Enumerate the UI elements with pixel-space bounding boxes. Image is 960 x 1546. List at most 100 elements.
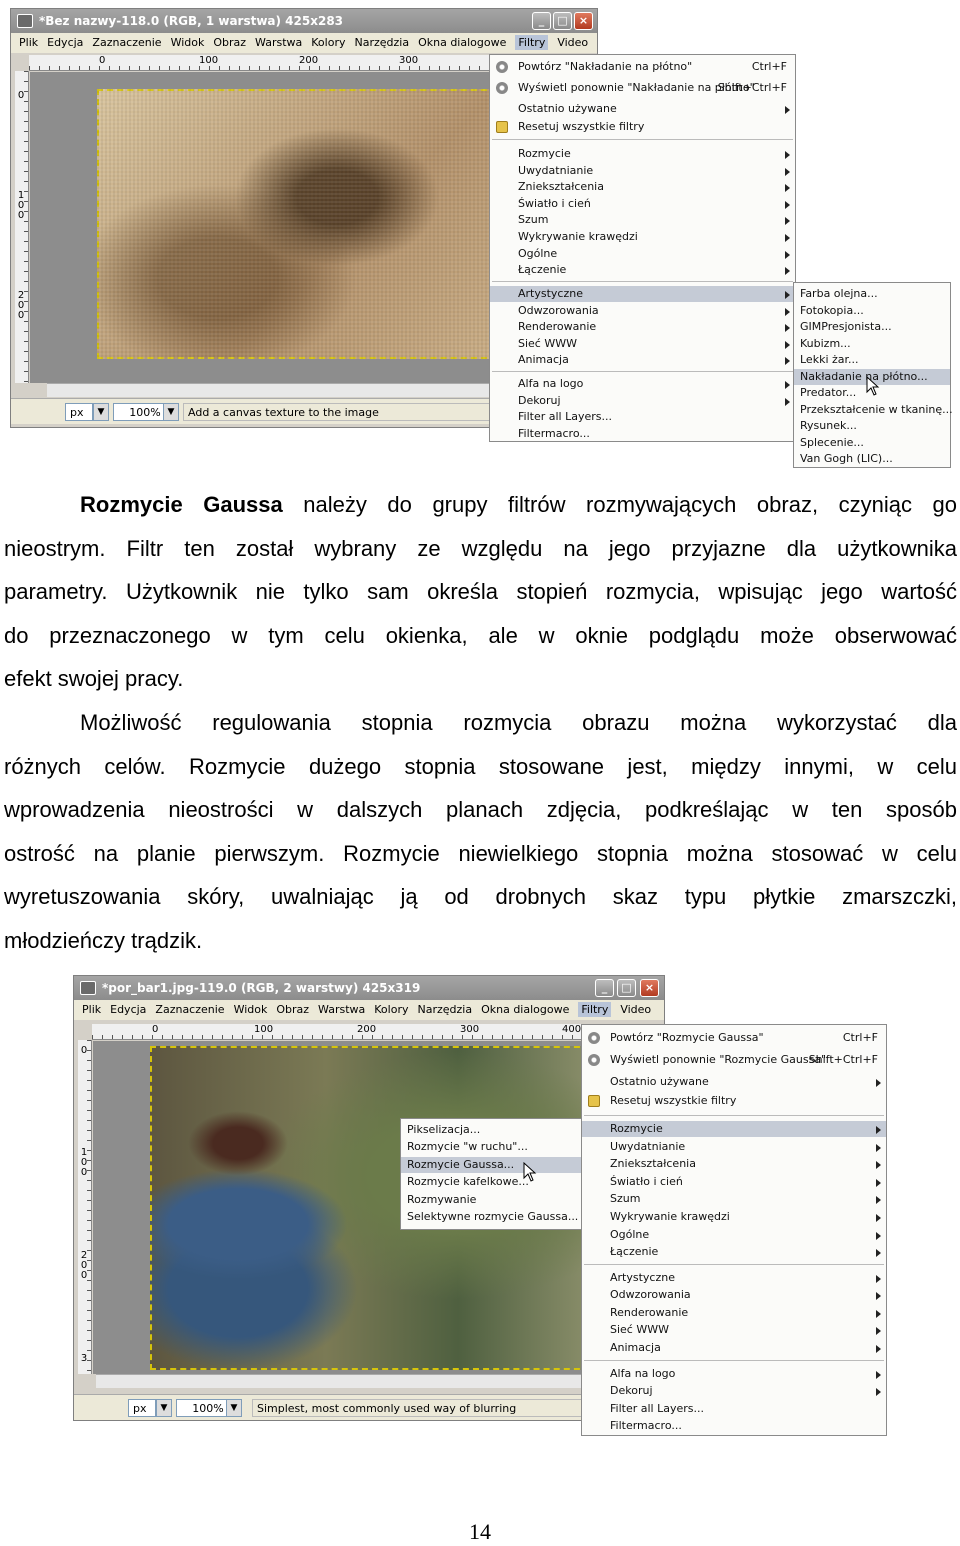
submenu-item-splecenie[interactable]: Splecenie... [794,435,950,451]
menu-edycja[interactable]: Edycja [110,1003,146,1016]
menu-item-renderowanie[interactable]: Renderowanie [582,1305,886,1321]
chevron-down-icon[interactable]: ▼ [93,403,109,421]
menu-okna-dialogowe[interactable]: Okna dialogowe [418,36,506,49]
menu-item-rozmycie[interactable]: Rozmycie [490,146,795,162]
submenu-item-gimpresjonista[interactable]: GIMPresjonista... [794,319,950,335]
menu-zaznaczenie[interactable]: Zaznaczenie [155,1003,224,1016]
submenu-arrow-icon [876,1126,881,1134]
menu-warstwa[interactable]: Warstwa [255,36,302,49]
menu-item-animacja[interactable]: Animacja [490,352,795,368]
menu-item-animacja[interactable]: Animacja [582,1340,886,1356]
menu-item-repeat-filter[interactable]: Powtórz "Nakładanie na płótno" Ctrl+F [490,59,795,75]
menu-item-reset-filters[interactable]: Resetuj wszystkie filtry [582,1093,886,1109]
menu-item-odwzorowania[interactable]: Odwzorowania [582,1287,886,1303]
chevron-down-icon[interactable]: ▼ [226,1399,242,1417]
menu-item-znieksztalcenia[interactable]: Zniekształcenia [490,179,795,195]
menu-item-filtermacro[interactable]: Filtermacro... [490,426,795,442]
shortcut-label: Shift+Ctrl+F [717,81,787,94]
submenu-item-van-gogh[interactable]: Van Gogh (LIC)... [794,451,950,467]
minimize-button[interactable]: _ [595,979,614,997]
menu-item-rozmycie[interactable]: Rozmycie [582,1121,886,1137]
menu-item-szum[interactable]: Szum [490,212,795,228]
submenu-arrow-icon [785,308,790,316]
menu-item-renderowanie[interactable]: Renderowanie [490,319,795,335]
submenu-item-rozmycie-w-ruchu[interactable]: Rozmycie "w ruchu"... [401,1139,581,1155]
unit-selector[interactable]: px [128,1399,156,1417]
menu-item-dekoruj[interactable]: Dekoruj [582,1383,886,1399]
menu-item-recently-used[interactable]: Ostatnio używane [582,1074,886,1090]
menu-item-ogolne[interactable]: Ogólne [582,1227,886,1243]
submenu-item-rozmywanie[interactable]: Rozmywanie [401,1192,581,1208]
menu-item-siec-www[interactable]: Sieć WWW [582,1322,886,1338]
menu-obraz[interactable]: Obraz [213,36,246,49]
submenu-item-lekki-zar[interactable]: Lekki żar... [794,352,950,368]
menu-item-filtermacro[interactable]: Filtermacro... [582,1418,886,1434]
menu-filtry[interactable]: Filtry [578,1002,612,1017]
maximize-button[interactable]: □ [553,12,572,30]
menu-item-filter-all-layers[interactable]: Filter all Layers... [582,1401,886,1417]
menu-item-swiatlo-i-cien[interactable]: Światło i cień [582,1174,886,1190]
close-button[interactable]: × [640,979,659,997]
submenu-item-kubizm[interactable]: Kubizm... [794,336,950,352]
menu-widok[interactable]: Widok [171,36,205,49]
menu-filtry[interactable]: Filtry [515,35,549,50]
submenu-arrow-icon [785,341,790,349]
menu-plik[interactable]: Plik [19,36,38,49]
menu-narzedzia[interactable]: Narzędzia [354,36,409,49]
menu-item-laczenie[interactable]: Łączenie [490,262,795,278]
menu-item-recently-used[interactable]: Ostatnio używane [490,101,795,117]
horizontal-scrollbar[interactable] [96,1374,664,1388]
submenu-item-selektywne-rozmycie[interactable]: Selektywne rozmycie Gaussa... [401,1209,581,1225]
menu-item-siec-www[interactable]: Sieć WWW [490,336,795,352]
gear-icon [588,1032,600,1044]
canvas-image-sepia-texture[interactable] [97,89,497,359]
menu-item-swiatlo-i-cien[interactable]: Światło i cień [490,196,795,212]
menu-edycja[interactable]: Edycja [47,36,83,49]
chevron-down-icon[interactable]: ▼ [156,1399,172,1417]
menu-item-reset-filters[interactable]: Resetuj wszystkie filtry [490,119,795,135]
menu-item-reshow-filter[interactable]: Wyświetl ponownie "Rozmycie Gaussa" Shift… [582,1052,886,1068]
menu-video[interactable]: Video [557,36,588,49]
menu-item-szum[interactable]: Szum [582,1191,886,1207]
menu-narzedzia[interactable]: Narzędzia [417,1003,472,1016]
menu-item-label: Filter all Layers... [518,410,612,423]
menu-item-odwzorowania[interactable]: Odwzorowania [490,303,795,319]
menu-warstwa[interactable]: Warstwa [318,1003,365,1016]
unit-selector[interactable]: px [65,403,93,421]
minimize-button[interactable]: _ [532,12,551,30]
menu-okna-dialogowe[interactable]: Okna dialogowe [481,1003,569,1016]
submenu-item-tkanina[interactable]: Przekształcenie w tkaninę... [794,402,953,418]
chevron-down-icon[interactable]: ▼ [163,403,179,421]
menu-item-dekoruj[interactable]: Dekoruj [490,393,795,409]
menu-item-label: Zniekształcenia [610,1157,696,1170]
menu-item-repeat-filter[interactable]: Powtórz "Rozmycie Gaussa" Ctrl+F [582,1030,886,1046]
close-button[interactable]: × [574,12,593,30]
maximize-button[interactable]: □ [617,979,636,997]
menu-zaznaczenie[interactable]: Zaznaczenie [92,36,161,49]
submenu-item-rysunek[interactable]: Rysunek... [794,418,950,434]
menu-item-artystyczne[interactable]: Artystyczne [490,286,795,302]
menu-item-alfa-na-logo[interactable]: Alfa na logo [490,376,795,392]
menu-plik[interactable]: Plik [82,1003,101,1016]
menu-obraz[interactable]: Obraz [276,1003,309,1016]
menu-item-ogolne[interactable]: Ogólne [490,246,795,262]
menu-item-wykrywanie-krawedzi[interactable]: Wykrywanie krawędzi [490,229,795,245]
menu-kolory[interactable]: Kolory [374,1003,408,1016]
submenu-item-rozmycie-gaussa[interactable]: Rozmycie Gaussa... [401,1157,581,1173]
submenu-item-pikselizacja[interactable]: Pikselizacja... [401,1122,581,1138]
menu-kolory[interactable]: Kolory [311,36,345,49]
menu-item-filter-all-layers[interactable]: Filter all Layers... [490,409,795,425]
menu-item-alfa-na-logo[interactable]: Alfa na logo [582,1366,886,1382]
menu-item-uwydatnianie[interactable]: Uwydatnianie [582,1139,886,1155]
menu-video[interactable]: Video [620,1003,651,1016]
submenu-item-fotokopia[interactable]: Fotokopia... [794,303,950,319]
menu-item-znieksztalcenia[interactable]: Zniekształcenia [582,1156,886,1172]
menu-item-reshow-filter[interactable]: Wyświetl ponownie "Nakładanie na płótno"… [490,80,795,96]
menu-item-laczenie[interactable]: Łączenie [582,1244,886,1260]
menu-item-uwydatnianie[interactable]: Uwydatnianie [490,163,795,179]
menu-item-artystyczne[interactable]: Artystyczne [582,1270,886,1286]
menu-item-wykrywanie-krawedzi[interactable]: Wykrywanie krawędzi [582,1209,886,1225]
menu-widok[interactable]: Widok [234,1003,268,1016]
submenu-item-rozmycie-kafelkowe[interactable]: Rozmycie kafelkowe... [401,1174,581,1190]
submenu-item-farba-olejna[interactable]: Farba olejna... [794,286,950,302]
